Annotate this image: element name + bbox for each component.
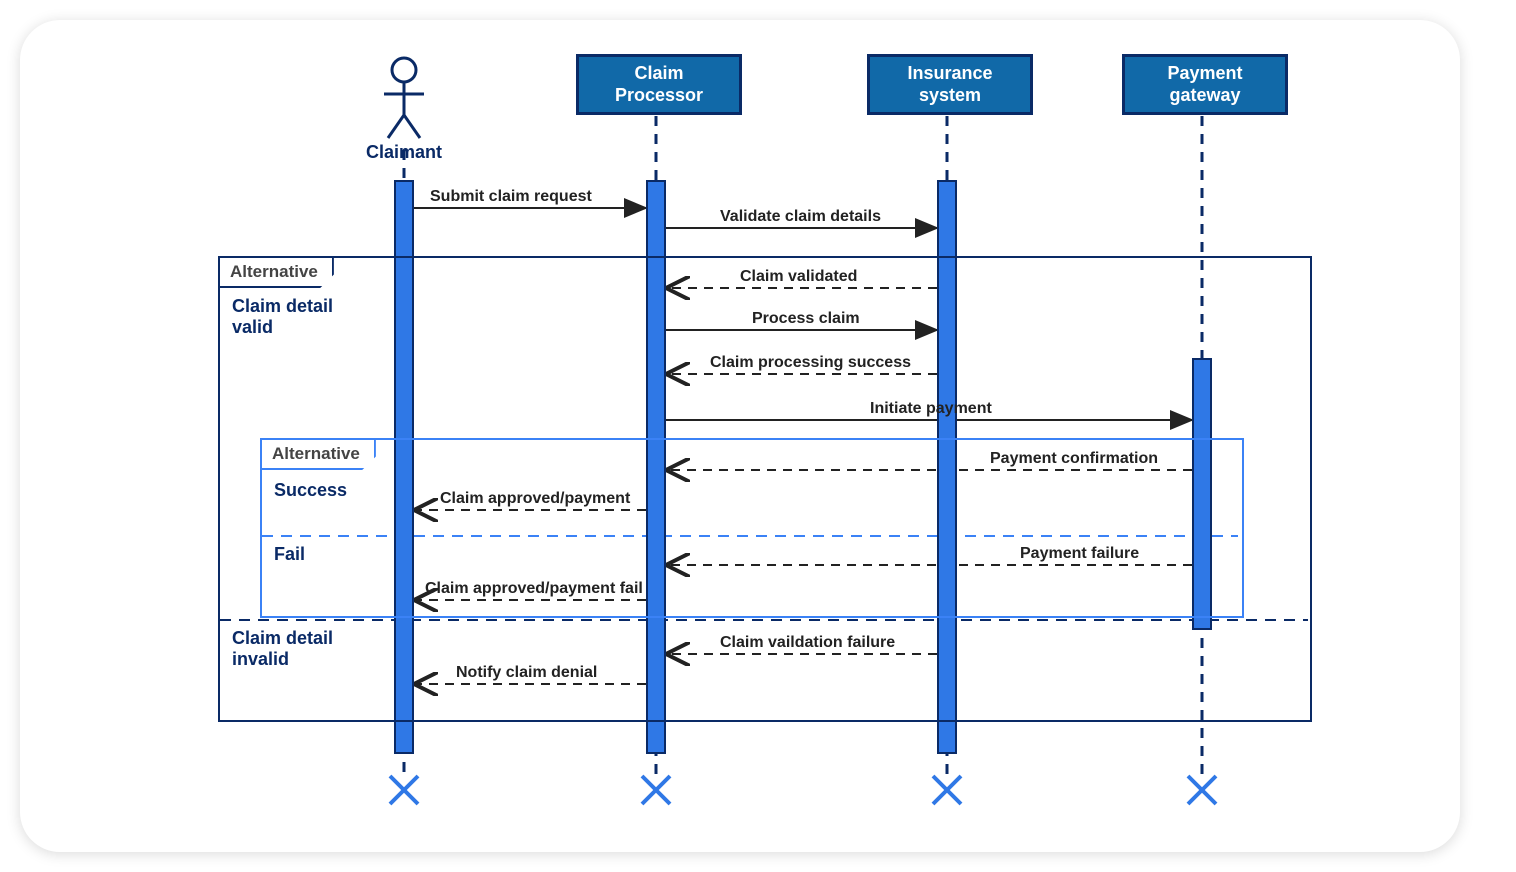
msg-validation-failure: Claim vaildation failure — [720, 634, 895, 652]
lifeline-insurance-system: Insurance system — [867, 54, 1033, 115]
msg-notify-denial: Notify claim denial — [456, 664, 597, 682]
msg-processing-success: Claim processing success — [710, 354, 911, 372]
msg-approved-payment: Claim approved/payment — [440, 490, 630, 508]
fragment-alt-inner-cond-fail: Fail — [274, 544, 305, 565]
msg-payment-failure: Payment failure — [1020, 545, 1139, 563]
fragment-alt-inner-label: Alternative — [262, 440, 376, 470]
msg-initiate-payment: Initiate payment — [870, 400, 992, 418]
lifeline-claim-processor: Claim Processor — [576, 54, 742, 115]
fragment-alt-inner-cond-success: Success — [274, 480, 347, 501]
lifeline-payment-gateway: Payment gateway — [1122, 54, 1288, 115]
msg-approved-payment-fail: Claim approved/payment fail — [425, 580, 643, 598]
fragment-alt-outer-cond-valid: Claim detail valid — [232, 296, 333, 338]
msg-validate-details: Validate claim details — [720, 208, 881, 226]
fragment-alt-outer-label: Alternative — [220, 258, 334, 288]
msg-claim-validated: Claim validated — [740, 268, 857, 286]
msg-process-claim: Process claim — [752, 310, 860, 328]
actor-claimant-label: Claimant — [350, 142, 458, 163]
msg-submit-claim: Submit claim request — [430, 188, 592, 206]
uml-sequence-diagram: Claimant Claim Processor Insurance syste… — [20, 20, 1460, 852]
msg-payment-confirmation: Payment confirmation — [990, 450, 1158, 468]
fragment-alt-outer-cond-invalid: Claim detail invalid — [232, 628, 333, 670]
